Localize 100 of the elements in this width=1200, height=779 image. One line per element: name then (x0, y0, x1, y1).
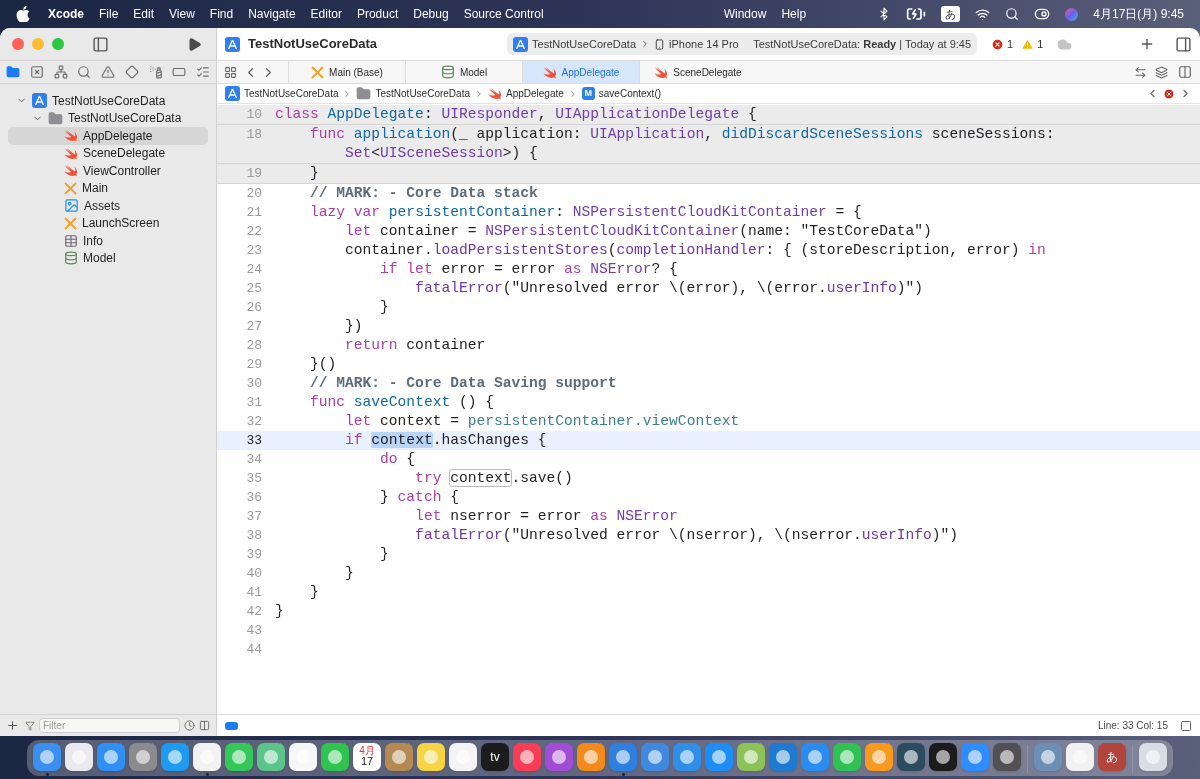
menu-item[interactable]: Source Control (463, 5, 544, 23)
add-icon[interactable] (1139, 36, 1155, 52)
app-icon[interactable] (193, 742, 221, 771)
warning-icon[interactable] (101, 65, 115, 79)
app-icon[interactable] (897, 742, 925, 771)
calendar-app-icon[interactable]: 4月 17 (353, 742, 381, 771)
square-x-icon[interactable] (29, 65, 44, 79)
add-icon[interactable] (6, 719, 19, 732)
breadcrumb-item[interactable]: TestNotUseCoreData (244, 86, 339, 101)
tree-item[interactable]: Main (8, 179, 208, 197)
capsule-icon[interactable] (172, 65, 187, 79)
app-icon[interactable] (321, 742, 349, 771)
app-icon[interactable] (417, 742, 445, 771)
split-icon[interactable] (199, 720, 210, 731)
tree-item[interactable]: LaunchScreen (8, 214, 208, 232)
search-icon[interactable] (77, 65, 92, 79)
inspector-toggle-icon[interactable] (1175, 35, 1192, 53)
tree-item[interactable]: ViewController (8, 162, 208, 180)
menu-item[interactable]: View (169, 5, 195, 23)
menu-clock[interactable]: 4月17日(月) 9:45 (1093, 5, 1184, 23)
app-icon[interactable] (257, 742, 285, 771)
editor-tab[interactable]: SceneDelegate (639, 61, 756, 83)
tree-item[interactable]: Assets (8, 197, 208, 215)
menu-item[interactable]: Edit (133, 5, 155, 23)
menu-item[interactable]: File (99, 5, 119, 23)
app-icon[interactable] (993, 742, 1021, 771)
hierarchy-icon[interactable] (53, 65, 68, 79)
editor-tab[interactable]: Main (Base) (288, 61, 405, 83)
debug-toggle-icon[interactable] (225, 721, 238, 730)
tree-item[interactable]: TestNotUseCoreData (8, 109, 208, 127)
tree-item[interactable]: SceneDelegate (8, 144, 208, 162)
menu-item[interactable]: Find (209, 5, 234, 23)
menu-item[interactable]: Debug (413, 5, 449, 23)
app-icon[interactable] (449, 742, 477, 771)
breadcrumb-item[interactable]: AppDelegate (505, 86, 564, 101)
breadcrumb-item[interactable]: TestNotUseCoreData (375, 86, 470, 101)
filter-field[interactable]: Filter (39, 718, 180, 733)
app-icon[interactable] (129, 742, 157, 771)
diamond-icon[interactable] (124, 65, 139, 79)
menu-item[interactable]: Xcode (48, 5, 84, 23)
editor-tab[interactable]: AppDelegate (522, 61, 639, 83)
app-icon[interactable] (97, 742, 125, 771)
app-icon[interactable] (769, 742, 797, 771)
close-window-button[interactable] (12, 38, 24, 50)
input-method-indicator[interactable]: あ (941, 6, 961, 22)
scheme-name[interactable]: TestNotUseCoreData (532, 35, 636, 53)
sidebar-toggle-icon[interactable] (92, 35, 109, 53)
tree-item[interactable]: TestNotUseCoreData (8, 92, 208, 110)
app-icon[interactable] (513, 742, 541, 771)
menu-item[interactable]: Help (781, 5, 807, 23)
app-icon[interactable] (929, 742, 957, 771)
breadcrumb-item[interactable]: saveContext() (598, 86, 662, 101)
app-icon[interactable] (801, 742, 829, 771)
app-icon[interactable] (289, 742, 317, 771)
device-name[interactable]: iPhone 14 Pro (669, 35, 739, 53)
menu-item[interactable]: Editor (310, 5, 342, 23)
grid-icon[interactable] (224, 65, 237, 79)
menu-item[interactable]: Product (356, 5, 399, 23)
line-number: 43 (245, 621, 262, 640)
panel-icon[interactable] (1180, 719, 1192, 732)
app-icon[interactable] (1066, 742, 1094, 771)
siri-icon[interactable] (1065, 7, 1079, 21)
app-icon[interactable] (609, 742, 637, 771)
app-icon[interactable] (225, 742, 253, 771)
app-icon[interactable] (577, 742, 605, 771)
wifi-icon[interactable] (975, 6, 991, 22)
folder-icon[interactable] (6, 65, 20, 79)
app-icon[interactable] (737, 742, 765, 771)
app-icon[interactable] (833, 742, 861, 771)
app-icon[interactable] (641, 742, 669, 771)
spray-can-icon[interactable] (148, 65, 163, 79)
table-icon (64, 233, 78, 248)
run-icon[interactable] (187, 36, 202, 52)
app-icon[interactable]: あ (1098, 742, 1126, 771)
error-icon[interactable] (991, 37, 1005, 51)
tree-item[interactable]: AppDelegate (8, 127, 208, 145)
tree-label: LaunchScreen (82, 215, 160, 233)
app-icon[interactable] (545, 742, 573, 771)
search-icon[interactable] (1005, 7, 1020, 21)
app-icon[interactable] (1139, 742, 1167, 771)
tree-item[interactable]: Info (8, 232, 208, 250)
filter-options-icon[interactable] (25, 720, 35, 731)
app-icon[interactable] (65, 742, 93, 771)
swap-icon[interactable] (1134, 65, 1147, 79)
app-icon[interactable] (673, 742, 701, 771)
app-icon[interactable] (33, 742, 61, 771)
tree-item[interactable]: Model (8, 249, 208, 267)
menu-item[interactable]: Navigate (248, 5, 296, 23)
clock-icon[interactable] (184, 720, 195, 731)
control-center-icon[interactable] (1034, 6, 1051, 22)
checklist-icon[interactable] (196, 65, 210, 79)
error-icon[interactable] (1163, 87, 1175, 100)
apple-logo-icon[interactable] (16, 6, 30, 22)
app-icon[interactable] (705, 742, 733, 771)
menu-item[interactable]: Window (723, 5, 767, 23)
split-editor-icon[interactable] (1178, 65, 1192, 79)
app-icon[interactable] (865, 742, 893, 771)
app-icon[interactable] (161, 742, 189, 771)
app-icon[interactable]: tv (481, 742, 509, 771)
app-icon[interactable] (385, 742, 413, 771)
